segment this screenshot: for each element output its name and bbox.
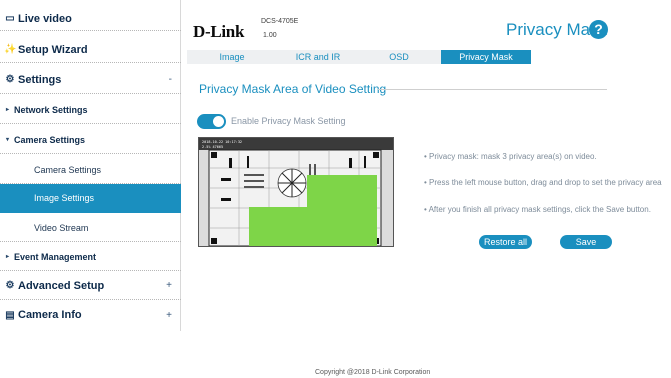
video-osd-info: 2.5% 47665: [202, 145, 223, 149]
chevron-right-icon: ▸: [6, 107, 10, 113]
sidebar-item-label: Camera Settings: [14, 134, 86, 145]
sidebar-item-label: Video Stream: [34, 222, 89, 233]
sidebar-item-setup-wizard[interactable]: ✨ Setup Wizard: [0, 37, 181, 63]
restore-all-button[interactable]: Restore all: [479, 235, 532, 249]
sidebar-item-advanced-setup[interactable]: ⚙ Advanced Setup +: [0, 272, 181, 300]
toggle-knob: [213, 116, 224, 127]
hint-mask-count: • Privacy mask: mask 3 privacy area(s) o…: [424, 152, 597, 161]
sidebar-item-label: Settings: [18, 73, 62, 86]
hint-text: Press the left mouse button, drag and dr…: [429, 178, 662, 187]
sidebar-item-label: Setup Wizard: [18, 43, 88, 56]
model-name: DCS-4705E: [261, 18, 299, 25]
tab-image[interactable]: Image: [187, 50, 277, 64]
hint-text: After you finish all privacy mask settin…: [428, 205, 651, 214]
sidebar-item-settings[interactable]: ⚙ Settings -: [0, 66, 181, 94]
wand-icon: ✨: [4, 44, 17, 55]
sidebar-item-camera-info[interactable]: ▤ Camera Info +: [0, 301, 181, 329]
sidebar-item-camera-settings-group[interactable]: ▾ Camera Settings: [0, 126, 181, 154]
expand-toggle[interactable]: +: [166, 280, 172, 291]
hint-text: Privacy mask: mask 3 privacy area(s) on …: [429, 152, 597, 161]
enable-privacy-mask-label: Enable Privacy Mask Setting: [231, 116, 346, 126]
section-title: Privacy Mask Area of Video Setting: [199, 82, 387, 96]
advanced-gear-icon: ⚙: [5, 280, 15, 291]
expand-toggle[interactable]: +: [166, 310, 172, 321]
sidebar-item-label: Camera Info: [18, 309, 82, 321]
sidebar-item-label: Network Settings: [14, 104, 88, 115]
hint-drag-instructions: • Press the left mouse button, drag and …: [424, 178, 662, 187]
sidebar-item-label: Live video: [18, 12, 72, 25]
firmware-version: 1.00: [263, 32, 277, 39]
help-icon[interactable]: ?: [589, 20, 608, 39]
save-button[interactable]: Save: [560, 235, 612, 249]
video-preview[interactable]: 2018-10-22 10:17:32 2.5% 47665: [198, 137, 394, 247]
chevron-down-icon: ▾: [6, 137, 10, 143]
hint-save-instructions: • After you finish all privacy mask sett…: [424, 205, 651, 214]
video-icon: ▭: [5, 13, 15, 24]
copyright-footer: Copyright @2018 D-Link Corporation: [315, 369, 431, 376]
tab-icr-and-ir[interactable]: ICR and IR: [273, 50, 363, 64]
sidebar-item-event-management[interactable]: ▸ Event Management: [0, 243, 181, 271]
tab-osd[interactable]: OSD: [354, 50, 444, 64]
chevron-right-icon: ▸: [6, 254, 10, 260]
sidebar-item-video-stream[interactable]: Video Stream: [0, 214, 181, 242]
dlink-logo: D-Link: [193, 22, 245, 41]
sidebar-item-label: Advanced Setup: [18, 279, 105, 292]
sidebar-item-image-settings[interactable]: Image Settings: [0, 184, 181, 213]
gear-icon: ⚙: [5, 74, 15, 85]
sidebar-item-label: Camera Settings: [34, 164, 102, 175]
sidebar-item-live-video[interactable]: ▭ Live video: [0, 7, 181, 31]
video-timestamp: 2018-10-22 10:17:32: [202, 140, 242, 144]
sidebar-item-label: Image Settings: [34, 193, 95, 203]
document-icon: ▤: [5, 309, 15, 321]
sidebar: ▭ Live video ✨ Setup Wizard ⚙ Settings -…: [0, 0, 181, 331]
collapse-toggle[interactable]: -: [169, 74, 172, 85]
enable-privacy-mask-toggle[interactable]: [197, 114, 226, 129]
tab-privacy-mask[interactable]: Privacy Mask: [441, 50, 531, 64]
sidebar-item-label: Event Management: [14, 251, 97, 262]
sidebar-item-network-settings[interactable]: ▸ Network Settings: [0, 96, 181, 124]
sidebar-item-camera-settings[interactable]: Camera Settings: [0, 156, 181, 184]
section-divider: [378, 89, 607, 90]
privacy-mask-area[interactable]: [335, 193, 377, 215]
